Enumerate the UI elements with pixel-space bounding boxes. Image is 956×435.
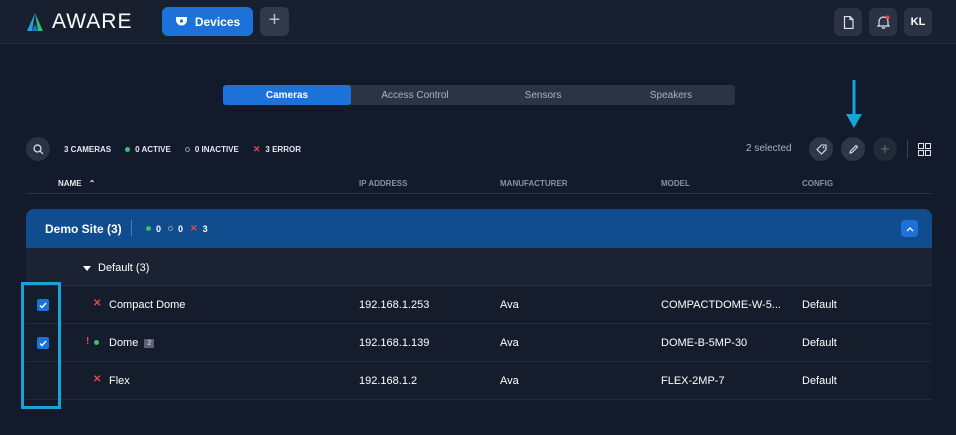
active-dot-icon (146, 226, 151, 231)
device-model: COMPACTDOME-W-5... (661, 299, 781, 311)
caret-down-icon (83, 265, 91, 271)
warning-status-icon: ! (86, 336, 90, 347)
device-config: Default (802, 299, 837, 311)
tab-cameras[interactable]: Cameras (223, 85, 351, 105)
filter-error[interactable]: ✕ 3 ERROR (253, 144, 301, 155)
filter-cameras-label: 3 CAMERAS (64, 145, 112, 154)
status-filters: 3 CAMERAS 0 ACTIVE 0 INACTIVE ✕ 3 ERROR (64, 144, 315, 155)
tab-sensors[interactable]: Sensors (479, 85, 607, 105)
search-button[interactable] (26, 137, 50, 161)
add-device-button[interactable] (873, 137, 897, 161)
column-name-label: NAME (58, 179, 82, 188)
user-avatar[interactable]: KL (904, 8, 932, 36)
tag-icon (815, 143, 827, 155)
column-manufacturer[interactable]: MANUFACTURER (500, 179, 568, 188)
add-tab-button[interactable]: + (260, 7, 289, 36)
device-name[interactable]: Dome (109, 337, 138, 349)
device-config: Default (802, 337, 837, 349)
count-badge: 2 (144, 338, 155, 348)
devices-label: Devices (194, 14, 241, 29)
selected-count: 2 selected (746, 143, 792, 154)
camera-icon (175, 17, 187, 26)
inactive-dot-icon (184, 147, 190, 152)
group-label: Default (3) (98, 262, 150, 274)
plus-icon (881, 145, 889, 153)
grid-view-icon[interactable] (918, 143, 931, 156)
site-name: Demo Site (3) (45, 222, 122, 236)
filter-error-label: 3 ERROR (265, 145, 301, 154)
filter-active-label: 0 ACTIVE (135, 145, 171, 154)
error-x-icon: ✕ (252, 144, 261, 154)
filter-inactive[interactable]: 0 INACTIVE (184, 145, 239, 154)
device-name-wrap: Dome 2 (109, 337, 155, 349)
notifications-button[interactable] (869, 8, 897, 36)
error-status-icon: ✕ (93, 374, 102, 385)
error-status-icon: ✕ (93, 298, 102, 309)
site-status-counts: 0 0 ✕ 3 (146, 223, 215, 234)
site-divider (131, 220, 132, 236)
app-name: AWARE (52, 10, 133, 33)
device-manufacturer: Ava (500, 299, 519, 311)
search-icon (32, 143, 43, 154)
device-manufacturer: Ava (500, 375, 519, 387)
site-inactive-count: 0 (178, 223, 184, 234)
table-row[interactable]: ✕ Compact Dome 192.168.1.253 Ava COMPACT… (26, 286, 932, 324)
device-name[interactable]: Flex (109, 375, 130, 387)
table-row[interactable]: ! Dome 2 192.168.1.139 Ava DOME-B-5MP-30 … (26, 324, 932, 362)
column-config[interactable]: CONFIG (802, 179, 833, 188)
column-ip-address[interactable]: IP ADDRESS (359, 179, 407, 188)
active-dot-icon (125, 147, 131, 152)
filter-all-cameras[interactable]: 3 CAMERAS (64, 145, 111, 154)
annotation-arrow-icon (846, 80, 862, 128)
toolbar-divider (907, 140, 908, 158)
device-ip: 192.168.1.139 (359, 337, 430, 349)
top-bar: AWARE Devices + KL (0, 0, 956, 44)
collapse-site-button[interactable] (901, 220, 918, 237)
device-config: Default (802, 375, 837, 387)
pencil-icon (848, 144, 858, 154)
site-error-count: 3 (202, 223, 208, 234)
device-model: DOME-B-5MP-30 (661, 337, 748, 349)
inactive-dot-icon (168, 226, 174, 231)
device-ip: 192.168.1.253 (359, 299, 430, 311)
document-button[interactable] (834, 8, 862, 36)
chevron-up-icon (906, 226, 913, 231)
tab-access-control[interactable]: Access Control (351, 85, 479, 105)
checkbox-highlight-annotation (21, 282, 61, 409)
device-manufacturer: Ava (500, 337, 519, 349)
document-icon (843, 15, 854, 29)
device-name[interactable]: Compact Dome (109, 299, 185, 311)
devices-button[interactable]: Devices (162, 7, 253, 36)
error-x-icon: ✕ (190, 223, 198, 233)
group-header[interactable]: Default (3) (26, 248, 932, 286)
device-type-tabs: Cameras Access Control Sensors Speakers (223, 85, 735, 105)
filter-inactive-label: 0 INACTIVE (194, 145, 239, 154)
aware-logo[interactable]: AWARE (26, 10, 132, 34)
sort-ascending-icon: ⌃ (88, 179, 96, 188)
column-model[interactable]: MODEL (661, 179, 690, 188)
tab-speakers[interactable]: Speakers (607, 85, 735, 105)
header-divider (26, 193, 932, 194)
site-header[interactable]: Demo Site (3) 0 0 ✕ 3 (26, 209, 932, 248)
filter-active[interactable]: 0 ACTIVE (125, 145, 171, 154)
table-row[interactable]: ✕ Flex 192.168.1.2 Ava FLEX-2MP-7 Defaul… (26, 362, 932, 400)
site-active-count: 0 (156, 223, 162, 234)
device-ip: 192.168.1.2 (359, 375, 418, 387)
aware-logo-icon (27, 13, 43, 31)
bell-icon (876, 15, 890, 29)
device-model: FLEX-2MP-7 (661, 375, 725, 387)
online-dot-icon (94, 340, 99, 345)
tag-button[interactable] (809, 137, 833, 161)
edit-button[interactable] (841, 137, 865, 161)
column-name[interactable]: NAME ⌃ (58, 179, 96, 188)
